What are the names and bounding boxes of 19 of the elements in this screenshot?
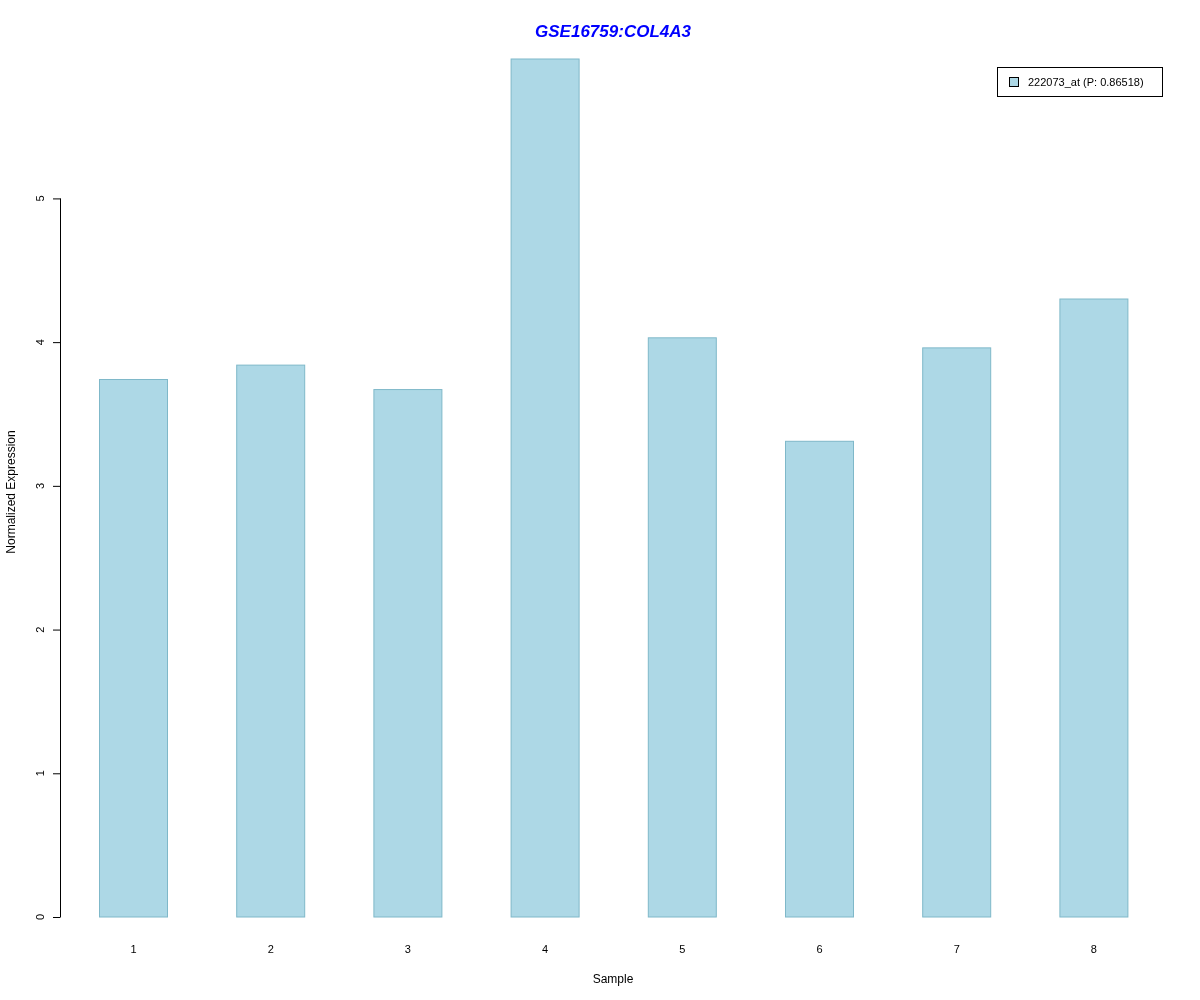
x-tick-label: 7	[953, 943, 960, 955]
x-tick-label: 3	[404, 943, 411, 955]
legend-label: 222073_at (P: 0.86518)	[1028, 76, 1144, 88]
x-tick-label: 8	[1090, 943, 1097, 955]
x-tick-label: 2	[267, 943, 274, 955]
x-tick-label: 6	[816, 943, 823, 955]
y-tick-label: 0	[34, 913, 46, 921]
y-axis-label: Normalized Expression	[4, 430, 18, 554]
y-tick-label: 1	[34, 770, 46, 777]
y-tick-label: 5	[34, 195, 46, 202]
legend-swatch	[1009, 77, 1019, 87]
x-tick-label: 1	[130, 943, 137, 955]
y-tick-label: 2	[34, 626, 46, 633]
x-tick-label: 4	[542, 943, 549, 955]
chart-title: GSE16759:COL4A3	[535, 22, 691, 41]
y-tick-label: 4	[34, 339, 46, 346]
x-tick-label: 5	[679, 943, 686, 955]
y-tick-label: 3	[34, 482, 46, 489]
x-axis-label: Sample	[592, 972, 634, 986]
